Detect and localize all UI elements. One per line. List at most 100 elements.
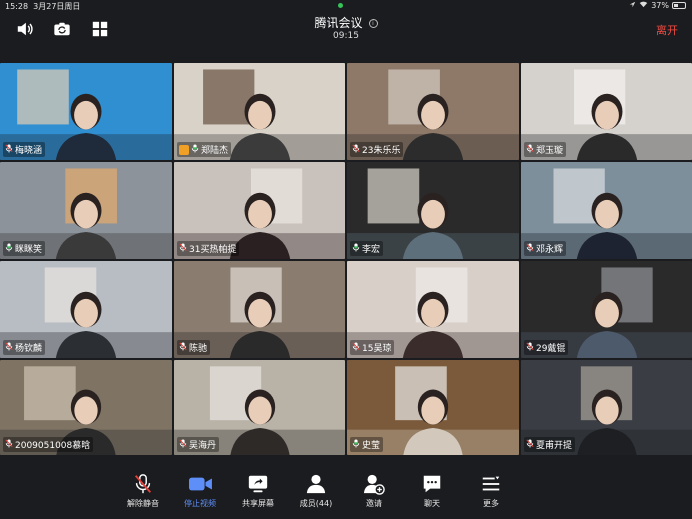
participant-name: 陈驰	[189, 344, 208, 354]
location-icon	[629, 1, 636, 10]
info-icon[interactable]: i	[368, 19, 378, 28]
host-icon	[179, 144, 189, 155]
video-tile[interactable]: 杨钦麟	[0, 261, 172, 358]
toolbar-label: 停止视频	[184, 499, 216, 508]
mic-muted-icon	[179, 439, 187, 451]
participant-name-tag: 李宏	[350, 241, 384, 256]
video-tile[interactable]: 23朱乐乐	[347, 63, 519, 160]
mic-muted-icon	[5, 439, 13, 451]
status-time: 15:28	[5, 2, 29, 11]
invite-icon	[344, 473, 404, 495]
video-tile[interactable]: 陈驰	[174, 261, 345, 358]
battery-percent: 37%	[651, 1, 669, 10]
participant-name-tag: 郑玉璇	[524, 142, 567, 157]
video-tile[interactable]: 夏甫开提	[521, 360, 692, 455]
share-screen-button[interactable]: 共享屏幕	[228, 473, 288, 509]
participant-name: 史莹	[362, 441, 381, 451]
camera-indicator-icon	[338, 3, 343, 8]
participant-name: 吴海丹	[189, 441, 217, 451]
participant-silhouette	[55, 93, 117, 160]
video-tile[interactable]: 郑陆杰	[174, 63, 345, 160]
battery-fill	[674, 4, 678, 7]
battery-icon	[672, 2, 686, 9]
mic-on-icon	[191, 144, 199, 156]
members-icon	[286, 473, 346, 495]
participant-silhouette	[402, 291, 464, 358]
participant-name-tag: 29戴锟	[524, 340, 569, 355]
participant-name: 邓永辉	[536, 245, 564, 255]
participant-name-tag: 眯眯笑	[3, 241, 46, 256]
participant-silhouette	[55, 192, 117, 259]
participant-name-tag: 23朱乐乐	[350, 142, 404, 157]
toolbar-label: 更多	[483, 499, 499, 508]
participant-silhouette	[402, 192, 464, 259]
more-icon	[461, 473, 521, 495]
participant-name-tag: 邓永辉	[524, 241, 567, 256]
mic-muted-icon	[179, 342, 187, 354]
video-tile[interactable]: 李宏	[347, 162, 519, 259]
participant-name-tag: 吴海丹	[177, 437, 220, 452]
chat-button[interactable]: 聊天	[402, 473, 462, 509]
video-tile[interactable]: 郑玉璇	[521, 63, 692, 160]
video-tile[interactable]: 15吴琼	[347, 261, 519, 358]
video-tile[interactable]: 29戴锟	[521, 261, 692, 358]
participant-name-tag: 史莹	[350, 437, 384, 452]
mic-on-icon	[352, 439, 360, 451]
toolbar-label: 共享屏幕	[242, 499, 274, 508]
share-screen-icon	[228, 473, 288, 495]
mic-muted-icon	[179, 243, 187, 255]
stop-video-button[interactable]: 停止视频	[170, 473, 230, 509]
participant-name-tag: 梅晓涵	[3, 142, 46, 157]
mic-muted-icon	[526, 342, 534, 354]
participant-name-tag: 2009051008慕晗	[3, 437, 94, 452]
participant-name: 梅晓涵	[15, 146, 43, 156]
participant-silhouette	[229, 389, 290, 455]
video-tile[interactable]: 史莹	[347, 360, 519, 455]
toolbar-label: 解除静音	[127, 499, 159, 508]
participant-name: 23朱乐乐	[362, 146, 401, 156]
participant-silhouette	[403, 389, 463, 455]
mic-muted-icon	[352, 144, 360, 156]
participant-name-tag: 陈驰	[177, 340, 211, 355]
status-bar: 15:28 3月27日周日 37%	[0, 0, 692, 12]
mic-muted-icon	[113, 473, 173, 495]
leave-button[interactable]: 离开	[656, 22, 678, 38]
participant-name: 31买热帕提	[189, 245, 237, 255]
toolbar-label: 聊天	[424, 499, 440, 508]
wifi-icon	[639, 1, 648, 10]
mic-muted-icon	[5, 144, 13, 156]
participant-name: 29戴锟	[536, 344, 566, 354]
participant-name: 2009051008慕晗	[15, 441, 91, 451]
participant-name: 李宏	[362, 245, 381, 255]
participant-silhouette	[229, 291, 290, 358]
meeting-title-text: 腾讯会议	[314, 16, 363, 30]
participant-silhouette	[576, 192, 637, 259]
mic-muted-icon	[526, 439, 534, 451]
bottom-toolbar: 解除静音 停止视频 共享屏幕 成员(44) 邀请 聊天 更多	[0, 465, 692, 519]
participant-name-tag: 杨钦麟	[3, 340, 46, 355]
participant-name: 郑玉璇	[536, 146, 564, 156]
video-tile[interactable]: 吴海丹	[174, 360, 345, 455]
participant-silhouette	[576, 93, 637, 160]
meeting-header: 腾讯会议 i 09:15 离开	[0, 12, 692, 46]
status-right: 37%	[629, 1, 686, 10]
meeting-title[interactable]: 腾讯会议 i	[0, 14, 692, 31]
mic-on-icon	[352, 243, 360, 255]
mic-muted-icon	[352, 342, 360, 354]
participant-name: 郑陆杰	[201, 146, 229, 156]
mic-muted-icon	[526, 144, 534, 156]
video-tile[interactable]: 邓永辉	[521, 162, 692, 259]
members-button[interactable]: 成员(44)	[286, 473, 346, 509]
unmute-button[interactable]: 解除静音	[113, 473, 173, 509]
participant-name-tag: 郑陆杰	[177, 142, 232, 157]
video-tile[interactable]: 31买热帕提	[174, 162, 345, 259]
video-tile[interactable]: 2009051008慕晗	[0, 360, 172, 455]
toolbar-label: 邀请	[366, 499, 382, 508]
video-tile[interactable]: 梅晓涵	[0, 63, 172, 160]
status-time-date: 15:28 3月27日周日	[5, 1, 80, 12]
more-button[interactable]: 更多	[461, 473, 521, 509]
invite-button[interactable]: 邀请	[344, 473, 404, 509]
chat-icon	[402, 473, 462, 495]
video-camera-icon	[170, 473, 230, 495]
video-tile[interactable]: 眯眯笑	[0, 162, 172, 259]
